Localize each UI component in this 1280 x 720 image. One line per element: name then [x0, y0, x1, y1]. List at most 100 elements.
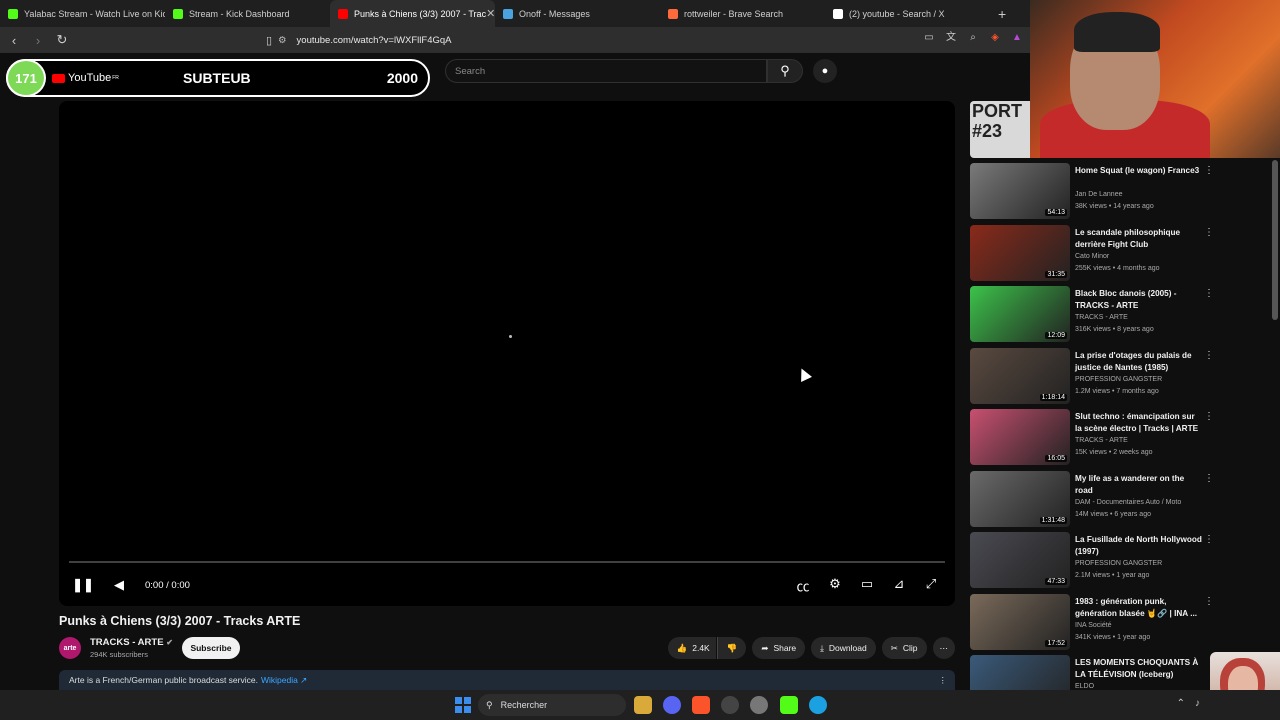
video-title[interactable]: 1983 : génération punk, génération blasé…: [1075, 596, 1203, 620]
theater-mode-icon[interactable]: ▭: [853, 576, 881, 595]
file-explorer-icon[interactable]: [634, 696, 652, 714]
video-player[interactable]: ❚❚ ◀ 0:00 / 0:00 ㏄ ⚙ ▭ ⊿ ⤢: [59, 101, 955, 606]
brave-shield-icon[interactable]: ◈: [988, 31, 1002, 45]
cast-icon[interactable]: ⊿: [885, 576, 913, 595]
video-title[interactable]: Black Bloc danois (2005) - TRACKS - ARTE: [1075, 288, 1203, 312]
share-button[interactable]: ➦ Share: [752, 637, 806, 659]
browser-tab[interactable]: (2) youtube - Search / X: [825, 0, 990, 27]
subscribe-button[interactable]: Subscribe: [182, 637, 240, 659]
channel-name[interactable]: TRACKS - ARTE ✔: [90, 637, 173, 648]
clip-button[interactable]: ✂ Clip: [881, 637, 927, 659]
video-thumbnail[interactable]: 17:52: [970, 593, 1070, 650]
browser-tab[interactable]: Punks à Chiens (3/3) 2007 - Trac ✕: [330, 0, 495, 27]
channel-name[interactable]: INA Société: [1075, 622, 1112, 629]
discord-icon[interactable]: [663, 696, 681, 714]
windows-start-icon[interactable]: [455, 697, 471, 713]
zoom-icon[interactable]: ⌕: [966, 31, 980, 45]
video-title[interactable]: La prise d'otages du palais de justice d…: [1075, 350, 1203, 374]
captions-icon[interactable]: ㏄: [789, 576, 817, 595]
like-button[interactable]: 👍 2.4K: [667, 637, 716, 659]
browser-tab-bar: Yalabac Stream - Watch Live on Kick Strea…: [0, 0, 1030, 27]
settings-app-icon[interactable]: [750, 696, 768, 714]
microphone-icon[interactable]: ♪: [1195, 698, 1200, 709]
recommended-video[interactable]: 17:52 1983 : génération punk, génération …: [970, 593, 1220, 651]
mic-icon[interactable]: ●: [813, 59, 837, 83]
browser-tab[interactable]: rottweiler - Brave Search: [660, 0, 825, 27]
bookmark-icon[interactable]: ▯: [259, 34, 279, 47]
download-button[interactable]: ⤓ Download: [811, 637, 876, 659]
brave-browser-icon[interactable]: [692, 696, 710, 714]
browser-tab[interactable]: Stream - Kick Dashboard: [165, 0, 330, 27]
edge-icon[interactable]: [809, 696, 827, 714]
more-options-icon[interactable]: ⋮: [1204, 596, 1214, 607]
screen-icon[interactable]: ▭: [922, 31, 936, 45]
video-meta: 38K views • 14 years ago: [1075, 203, 1154, 210]
page-scrollbar[interactable]: [1272, 160, 1278, 320]
browser-tab[interactable]: Onoff - Messages: [495, 0, 660, 27]
video-thumbnail[interactable]: 47:33: [970, 532, 1070, 588]
video-thumbnail[interactable]: 54:13: [970, 163, 1070, 219]
video-thumbnail[interactable]: 31:35: [970, 224, 1070, 281]
obs-icon[interactable]: [721, 696, 739, 714]
recommended-video[interactable]: 12:09 Black Bloc danois (2005) - TRACKS -…: [970, 286, 1220, 343]
recommended-video[interactable]: 47:33 La Fusillade de North Hollywood (19…: [970, 532, 1220, 589]
video-thumbnail[interactable]: 1:18:14: [970, 347, 1070, 404]
video-title[interactable]: My life as a wanderer on the road: [1075, 473, 1203, 497]
more-options-icon[interactable]: ⋮: [1204, 227, 1214, 238]
video-thumbnail[interactable]: 1:31:48: [970, 470, 1070, 527]
back-icon[interactable]: ‹: [4, 33, 24, 48]
recommended-video[interactable]: 31:35 Le scandale philosophique derrière …: [970, 224, 1220, 282]
pause-icon[interactable]: ❚❚: [69, 577, 97, 593]
search-icon[interactable]: ⚲: [767, 59, 803, 83]
dislike-button[interactable]: 👎: [716, 637, 747, 659]
more-options-icon[interactable]: ⋮: [1204, 288, 1214, 299]
video-title[interactable]: Home Squat (le wagon) France3: [1075, 165, 1203, 177]
site-info-icon[interactable]: ⚙: [278, 35, 287, 46]
translate-icon[interactable]: 文: [944, 31, 958, 45]
info-menu-icon[interactable]: ⋮: [939, 675, 948, 686]
youtube-search-input[interactable]: Search: [445, 59, 767, 83]
video-title[interactable]: Le scandale philosophique derrière Fight…: [1075, 227, 1203, 251]
close-tab-icon[interactable]: ✕: [486, 7, 495, 20]
reload-icon[interactable]: ↻: [52, 32, 72, 48]
address-bar[interactable]: ⚙ youtube.com/watch?v=lWXFllF4GqA: [278, 31, 798, 49]
recommended-video[interactable]: 16:05 Slut techno : émancipation sur la s…: [970, 409, 1220, 466]
more-options-icon[interactable]: ⋮: [1204, 350, 1214, 361]
rewards-icon[interactable]: ▲: [1010, 31, 1024, 45]
channel-avatar[interactable]: arte: [59, 637, 81, 659]
channel-name[interactable]: TRACKS - ARTE: [1075, 437, 1128, 444]
more-options-icon[interactable]: ⋮: [1204, 534, 1214, 545]
progress-bar[interactable]: [69, 561, 945, 563]
video-thumbnail[interactable]: 16:05: [970, 409, 1070, 465]
channel-name[interactable]: PROFESSION GANGSTER: [1075, 560, 1162, 567]
new-tab-button[interactable]: +: [998, 6, 1006, 22]
video-title[interactable]: LES MOMENTS CHOQUANTS À LA TÉLÉVISION (I…: [1075, 657, 1203, 681]
more-actions-button[interactable]: ⋯: [932, 637, 955, 659]
recommended-video[interactable]: 54:13 Home Squat (le wagon) France3 Jan De…: [970, 163, 1220, 220]
more-options-icon[interactable]: ⋮: [1204, 165, 1214, 176]
recommended-video[interactable]: 1:18:14 La prise d'otages du palais de ju…: [970, 347, 1220, 405]
taskbar-search[interactable]: ⚲ Rechercher: [478, 694, 626, 716]
forward-icon[interactable]: ›: [28, 33, 48, 48]
channel-name[interactable]: Jan De Lannee: [1075, 191, 1122, 198]
more-options-icon[interactable]: ⋮: [1204, 473, 1214, 484]
tab-favicon-icon: [338, 8, 348, 19]
channel-name[interactable]: ELDO: [1075, 683, 1094, 690]
wikipedia-link[interactable]: Wikipedia ↗: [261, 675, 307, 686]
volume-icon[interactable]: ◀: [105, 577, 133, 593]
video-title[interactable]: La Fusillade de North Hollywood (1997): [1075, 534, 1203, 558]
more-options-icon[interactable]: ⋮: [1204, 411, 1214, 422]
browser-tab[interactable]: Yalabac Stream - Watch Live on Kick: [0, 0, 165, 27]
partial-recommendation-thumbnail[interactable]: PORT #23: [970, 101, 1030, 158]
recommended-video[interactable]: 1:31:48 My life as a wanderer on the road…: [970, 470, 1220, 528]
fullscreen-icon[interactable]: ⤢: [917, 576, 945, 595]
video-thumbnail[interactable]: 12:09: [970, 286, 1070, 342]
channel-name[interactable]: Cato Minor: [1075, 253, 1109, 260]
channel-name[interactable]: PROFESSION GANGSTER: [1075, 376, 1162, 383]
chevron-up-icon[interactable]: ⌃: [1177, 698, 1185, 709]
settings-icon[interactable]: ⚙: [821, 576, 849, 595]
channel-name[interactable]: TRACKS - ARTE: [1075, 314, 1128, 321]
kick-app-icon[interactable]: [780, 696, 798, 714]
channel-name[interactable]: DAM - Documentaires Auto / Moto: [1075, 499, 1181, 506]
video-title[interactable]: Slut techno : émancipation sur la scène …: [1075, 411, 1203, 435]
